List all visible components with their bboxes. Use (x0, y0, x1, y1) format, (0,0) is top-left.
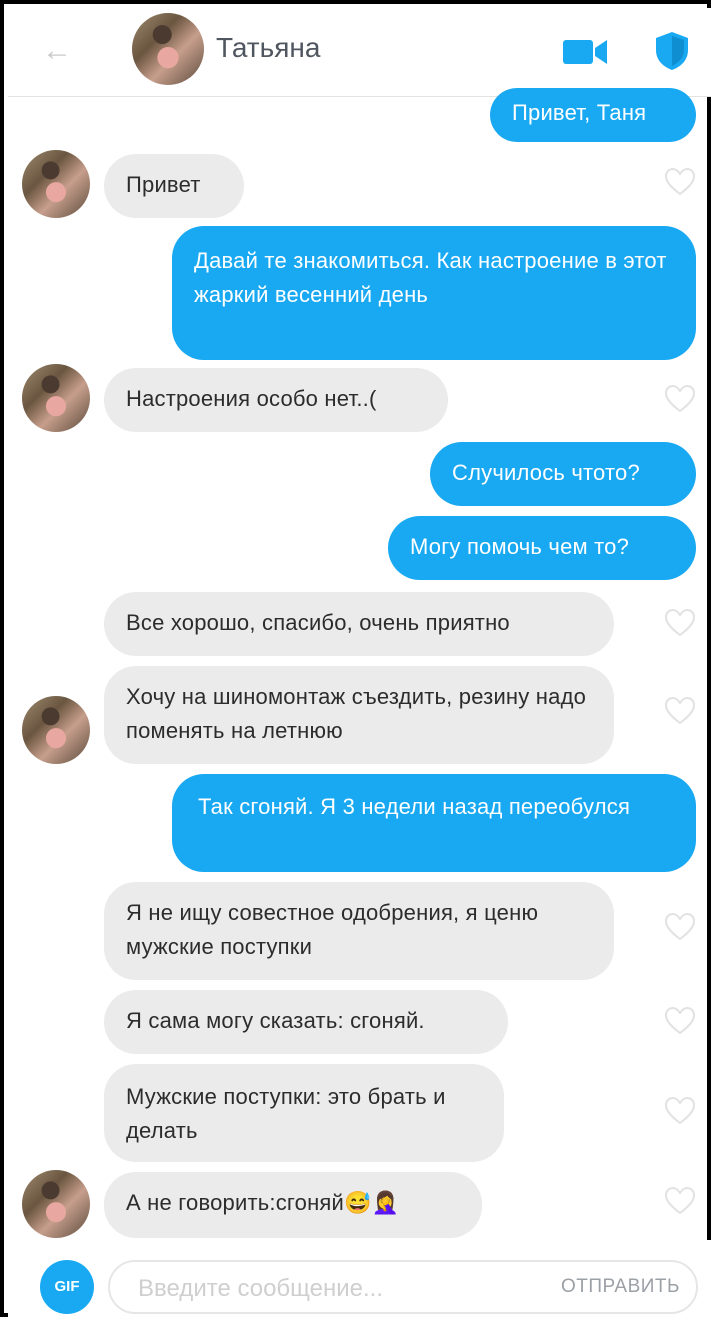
message-bubble-incoming[interactable]: Я не ищу совестное одобрения, я ценю муж… (104, 882, 614, 980)
gif-button[interactable]: GIF (40, 1260, 94, 1314)
chat-header: ← Татьяна (8, 8, 711, 97)
message-bubble-outgoing[interactable]: Давай те знакомиться. Как настроение в э… (172, 226, 696, 360)
heart-icon[interactable] (664, 1096, 696, 1126)
message-bubble-incoming[interactable]: А не говорить:сгоняй😅🤦‍♀️ (104, 1172, 482, 1238)
message-composer: GIF ОТПРАВИТЬ (8, 1240, 711, 1317)
contact-name[interactable]: Татьяна (216, 32, 320, 64)
message-bubble-incoming[interactable]: Привет (104, 154, 244, 218)
heart-icon[interactable] (664, 1006, 696, 1036)
contact-avatar[interactable] (22, 150, 90, 218)
message-bubble-incoming[interactable]: Настроения особо нет..( (104, 368, 448, 432)
message-bubble-outgoing[interactable]: Так сгоняй. Я 3 недели назад переобулся (172, 774, 696, 872)
heart-icon[interactable] (664, 912, 696, 942)
message-bubble-incoming[interactable]: Хочу на шиномонтаж съездить, резину надо… (104, 666, 614, 764)
shield-icon[interactable] (653, 30, 691, 72)
chat-screen: ← Татьяна Привет, Таня Привет Давай те з… (0, 0, 711, 1317)
message-bubble-outgoing[interactable]: Привет, Таня (490, 88, 696, 142)
heart-icon[interactable] (664, 167, 696, 197)
heart-icon[interactable] (664, 608, 696, 638)
message-bubble-outgoing[interactable]: Случилось чтото? (430, 442, 696, 506)
message-input-container: ОТПРАВИТЬ (108, 1260, 698, 1314)
message-bubble-incoming[interactable]: Все хорошо, спасибо, очень приятно (104, 592, 614, 656)
send-button[interactable]: ОТПРАВИТЬ (561, 1276, 680, 1298)
heart-icon[interactable] (664, 1186, 696, 1216)
message-bubble-incoming[interactable]: Я сама могу сказать: сгоняй. (104, 990, 508, 1054)
contact-avatar[interactable] (22, 364, 90, 432)
arrow-left-icon[interactable]: ← (40, 34, 74, 68)
heart-icon[interactable] (664, 696, 696, 726)
heart-icon[interactable] (664, 384, 696, 414)
contact-avatar[interactable] (22, 1170, 90, 1238)
message-input[interactable] (136, 1270, 500, 1308)
contact-avatar[interactable] (132, 13, 204, 85)
video-camera-icon[interactable] (561, 36, 611, 68)
message-bubble-outgoing[interactable]: Могу помочь чем то? (388, 516, 696, 580)
message-bubble-incoming[interactable]: Мужские поступки: это брать и делать (104, 1064, 504, 1162)
contact-avatar[interactable] (22, 696, 90, 764)
